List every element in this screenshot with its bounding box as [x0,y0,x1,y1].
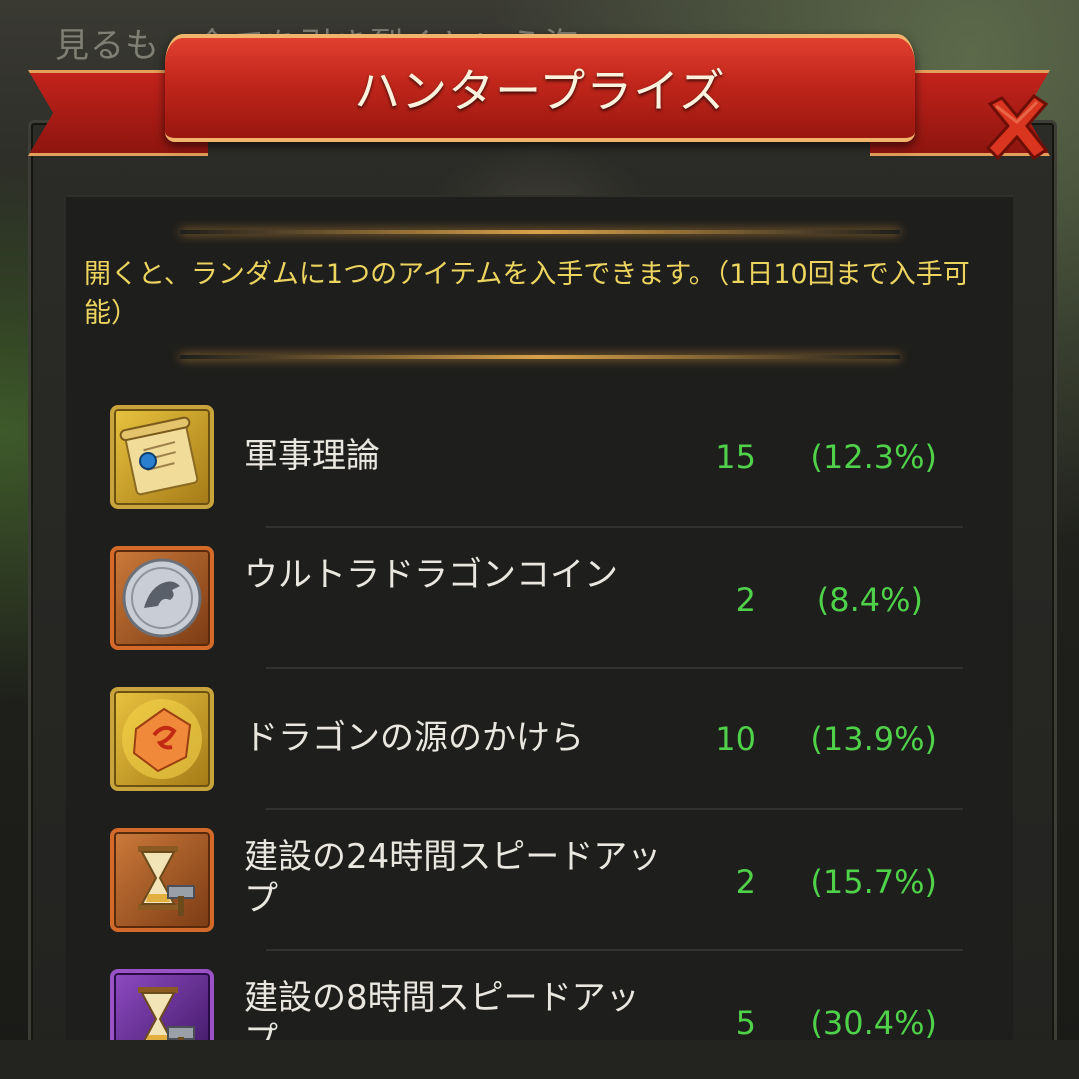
item-icon-frame [110,828,214,932]
item-name: 建設の8時間スピードアップ [244,978,640,1040]
top-divider [180,230,900,234]
item-name: ウルトラドラゴンコイン [244,555,618,595]
scroll-icon [119,416,199,496]
item-quantity: 10 [715,720,756,758]
item-probability: (30.4%) [810,1004,937,1040]
item-icon-frame [110,969,214,1040]
item-quantity: 5 [735,1004,756,1040]
item-probability: (8.4%) [816,581,923,619]
item-quantity: 2 [735,581,756,619]
reward-item: ウルトラドラゴンコイン 2 (8.4%) [66,528,1013,669]
item-quantity: 2 [735,863,756,901]
item-quantity: 15 [715,438,756,476]
item-name: 建設の24時間スピードアップ [244,837,662,919]
close-button[interactable] [978,88,1056,166]
reward-item: ドラゴンの源のかけら 10 (13.9%) [66,669,1013,810]
dialog-description: 開くと、ランダムに1つのアイテムを入手できます。（1日10回まで入手可能） [84,259,970,329]
bottom-band [0,1040,1079,1079]
hourglass-hammer-icon [138,846,195,916]
close-icon [985,94,1049,161]
title-ribbon: ハンタープライズ [165,34,915,142]
middle-divider [180,355,900,359]
item-name: 軍事理論 [244,436,380,476]
item-icon-frame [110,687,214,791]
item-probability: (12.3%) [810,438,937,476]
dialog-title: ハンタープライズ [354,64,726,118]
item-name: ドラゴンの源のかけら [244,718,584,758]
item-icon-frame [110,405,214,509]
dragon-shard-icon [122,699,202,779]
dragon-coin-icon [122,558,202,638]
item-probability: (15.7%) [810,863,937,901]
item-icon-frame [110,546,214,650]
dialog-clip: ハンタープライズ 開くと、ランダムに1つのアイテムを入手できます。（1日10回ま… [0,0,1079,1040]
reward-item: 建設の24時間スピードアップ 2 (15.7%) [66,810,1013,951]
reward-item: 建設の8時間スピードアップ 5 (30.4%) [66,951,1013,1040]
item-probability: (13.9%) [810,720,937,758]
reward-item: 軍事理論 15 (12.3%) [66,387,1013,528]
hourglass-hammer-icon [138,987,195,1040]
